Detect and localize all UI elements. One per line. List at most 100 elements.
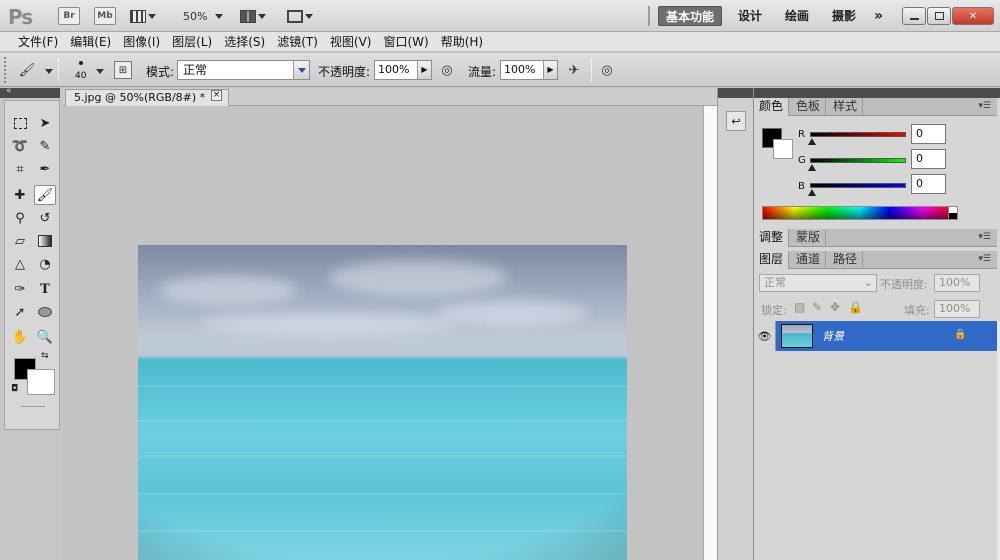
layer-name[interactable]: 背景: [822, 328, 844, 344]
lock-transparency-icon[interactable]: ▨: [794, 300, 805, 314]
black-white-ramp[interactable]: [948, 206, 958, 220]
image-canvas[interactable]: [138, 245, 627, 560]
brush-tool-preset-picker[interactable]: 🖌: [18, 61, 36, 79]
tab-swatches[interactable]: 色板: [791, 98, 827, 116]
menu-select[interactable]: 选择(S): [218, 32, 271, 52]
minimize-button[interactable]: [902, 7, 926, 25]
marquee-tool[interactable]: [9, 113, 31, 133]
background-color-swatch[interactable]: [27, 369, 55, 395]
eraser-tool[interactable]: ▱: [9, 231, 31, 251]
healing-brush-tool[interactable]: ✚: [9, 185, 31, 205]
dodge-tool[interactable]: ◔: [34, 254, 56, 274]
menu-file[interactable]: 文件(F): [12, 32, 64, 52]
menu-image[interactable]: 图像(I): [117, 32, 166, 52]
color-panel-background-swatch[interactable]: [773, 139, 793, 159]
brush-tool[interactable]: 🖌: [34, 185, 56, 205]
bridge-button[interactable]: Br: [58, 7, 80, 25]
close-tab-icon[interactable]: ×: [211, 90, 222, 101]
red-slider-thumb[interactable]: [808, 138, 816, 145]
green-channel-value[interactable]: 0: [911, 149, 946, 169]
red-channel-slider[interactable]: [810, 132, 906, 137]
tablet-pressure-size-button[interactable]: ◎: [598, 61, 616, 79]
opacity-field[interactable]: 100% ▶: [374, 60, 432, 80]
grip-handle[interactable]: [4, 57, 6, 83]
green-channel-slider[interactable]: [810, 158, 906, 163]
tab-paths[interactable]: 路径: [828, 251, 864, 269]
panel-menu-icon[interactable]: ▾☰: [978, 254, 991, 264]
mini-bridge-button[interactable]: Mb: [94, 7, 116, 25]
gradient-tool[interactable]: [34, 231, 56, 251]
swap-colors-icon[interactable]: ⇆: [41, 351, 49, 361]
chevron-right-icon[interactable]: ▶: [543, 61, 557, 79]
zoom-level-dropdown[interactable]: 50%: [183, 7, 224, 25]
blur-tool[interactable]: △: [9, 254, 31, 274]
lasso-tool[interactable]: ➰: [9, 136, 31, 156]
workspace-photography[interactable]: 摄影: [832, 6, 856, 26]
eyedropper-tool[interactable]: ✒: [34, 159, 56, 179]
crop-tool[interactable]: ⌗: [9, 159, 31, 179]
menu-edit[interactable]: 编辑(E): [64, 32, 117, 52]
menu-layer[interactable]: 图层(L): [166, 32, 218, 52]
layer-blend-mode-select[interactable]: 正常 ⌄: [759, 274, 877, 292]
menu-help[interactable]: 帮助(H): [435, 32, 489, 52]
tab-channels[interactable]: 通道: [791, 251, 827, 269]
arrange-documents-dropdown[interactable]: [240, 7, 266, 25]
document-vertical-scrollbar[interactable]: [703, 106, 717, 560]
menu-window[interactable]: 窗口(W): [377, 32, 434, 52]
layer-thumbnail[interactable]: [781, 324, 813, 348]
fill-field[interactable]: 100%: [934, 300, 980, 318]
document-tab[interactable]: 5.jpg @ 50%(RGB/8#) *: [65, 89, 229, 106]
restore-button[interactable]: [927, 7, 951, 25]
quick-selection-tool[interactable]: ✎: [34, 136, 56, 156]
view-extras-dropdown[interactable]: [130, 7, 156, 25]
chevron-right-icon[interactable]: ▶: [417, 61, 431, 79]
tablet-pressure-opacity-button[interactable]: ◎: [438, 61, 456, 79]
type-tool[interactable]: T: [34, 279, 56, 299]
toggle-brush-panel-button[interactable]: ⊞: [114, 61, 132, 79]
move-tool[interactable]: ➤: [34, 113, 56, 133]
blue-channel-slider[interactable]: [810, 183, 906, 188]
default-colors-icon[interactable]: ◘: [11, 384, 18, 394]
tab-color[interactable]: 颜色: [754, 98, 790, 116]
zoom-tool[interactable]: 🔍: [34, 327, 56, 347]
airbrush-button[interactable]: ✈: [565, 61, 583, 79]
workspace-design[interactable]: 设计: [738, 6, 762, 26]
tab-styles[interactable]: 样式: [828, 98, 864, 116]
path-selection-tool[interactable]: ➚: [9, 302, 31, 322]
panel-menu-icon[interactable]: ▾☰: [978, 232, 991, 242]
brush-size-picker[interactable]: 40: [70, 59, 94, 85]
layer-opacity-field[interactable]: 100%: [934, 274, 980, 292]
color-ramp[interactable]: [762, 206, 956, 220]
lock-position-icon[interactable]: ✥: [830, 300, 840, 314]
menu-view[interactable]: 视图(V): [324, 32, 378, 52]
pen-tool[interactable]: ✑: [9, 279, 31, 299]
tab-layers[interactable]: 图层: [754, 251, 790, 269]
workspace-essentials[interactable]: 基本功能: [658, 6, 722, 26]
blue-slider-thumb[interactable]: [808, 189, 816, 196]
panels-header[interactable]: [754, 88, 1000, 98]
tab-adjustments[interactable]: 调整: [754, 229, 790, 247]
more-workspaces-icon[interactable]: »: [874, 6, 883, 26]
clone-stamp-tool[interactable]: ⚲: [9, 208, 31, 228]
blue-channel-value[interactable]: 0: [911, 174, 946, 194]
blend-mode-select[interactable]: 正常: [177, 60, 310, 80]
shape-tool[interactable]: [34, 302, 56, 322]
lock-all-icon[interactable]: 🔒: [848, 300, 863, 314]
layer-visibility-toggle[interactable]: 👁: [754, 321, 776, 351]
green-slider-thumb[interactable]: [808, 164, 816, 171]
close-window-button[interactable]: ✕: [952, 7, 994, 25]
screen-mode-dropdown[interactable]: [287, 7, 313, 25]
hand-tool[interactable]: ✋: [9, 327, 31, 347]
dock-strip-header[interactable]: [718, 88, 754, 98]
flow-field[interactable]: 100% ▶: [500, 60, 558, 80]
history-brush-tool[interactable]: ↺: [34, 208, 56, 228]
menu-filter[interactable]: 滤镜(T): [271, 32, 324, 52]
panel-menu-icon[interactable]: ▾☰: [978, 101, 991, 111]
history-panel-button[interactable]: ↩: [726, 111, 746, 131]
red-channel-value[interactable]: 0: [911, 124, 946, 144]
workspace-painting[interactable]: 绘画: [785, 6, 809, 26]
lock-pixels-icon[interactable]: ✎: [812, 300, 822, 314]
collapse-icon[interactable]: «: [6, 86, 12, 96]
tab-masks[interactable]: 蒙版: [791, 229, 827, 247]
toolbox-header[interactable]: «: [0, 86, 60, 98]
